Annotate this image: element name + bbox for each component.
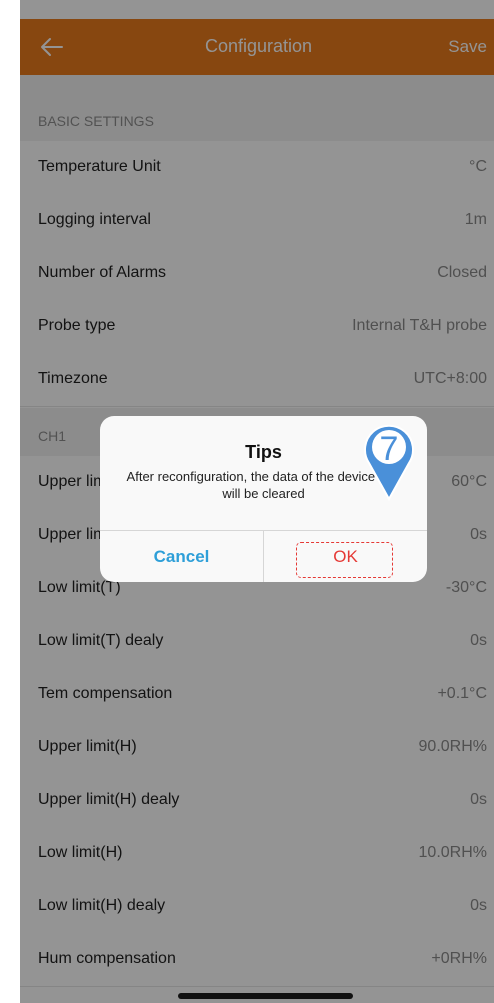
step-number: 7: [380, 430, 399, 468]
dialog-buttons: Cancel OK: [100, 530, 427, 582]
configuration-screen: Configuration Save BASIC SETTINGS Temper…: [20, 0, 494, 1003]
ok-highlight-box: [296, 542, 393, 578]
step-marker-icon: 7: [364, 424, 414, 501]
cancel-button[interactable]: Cancel: [100, 531, 264, 582]
home-indicator: [178, 993, 353, 999]
